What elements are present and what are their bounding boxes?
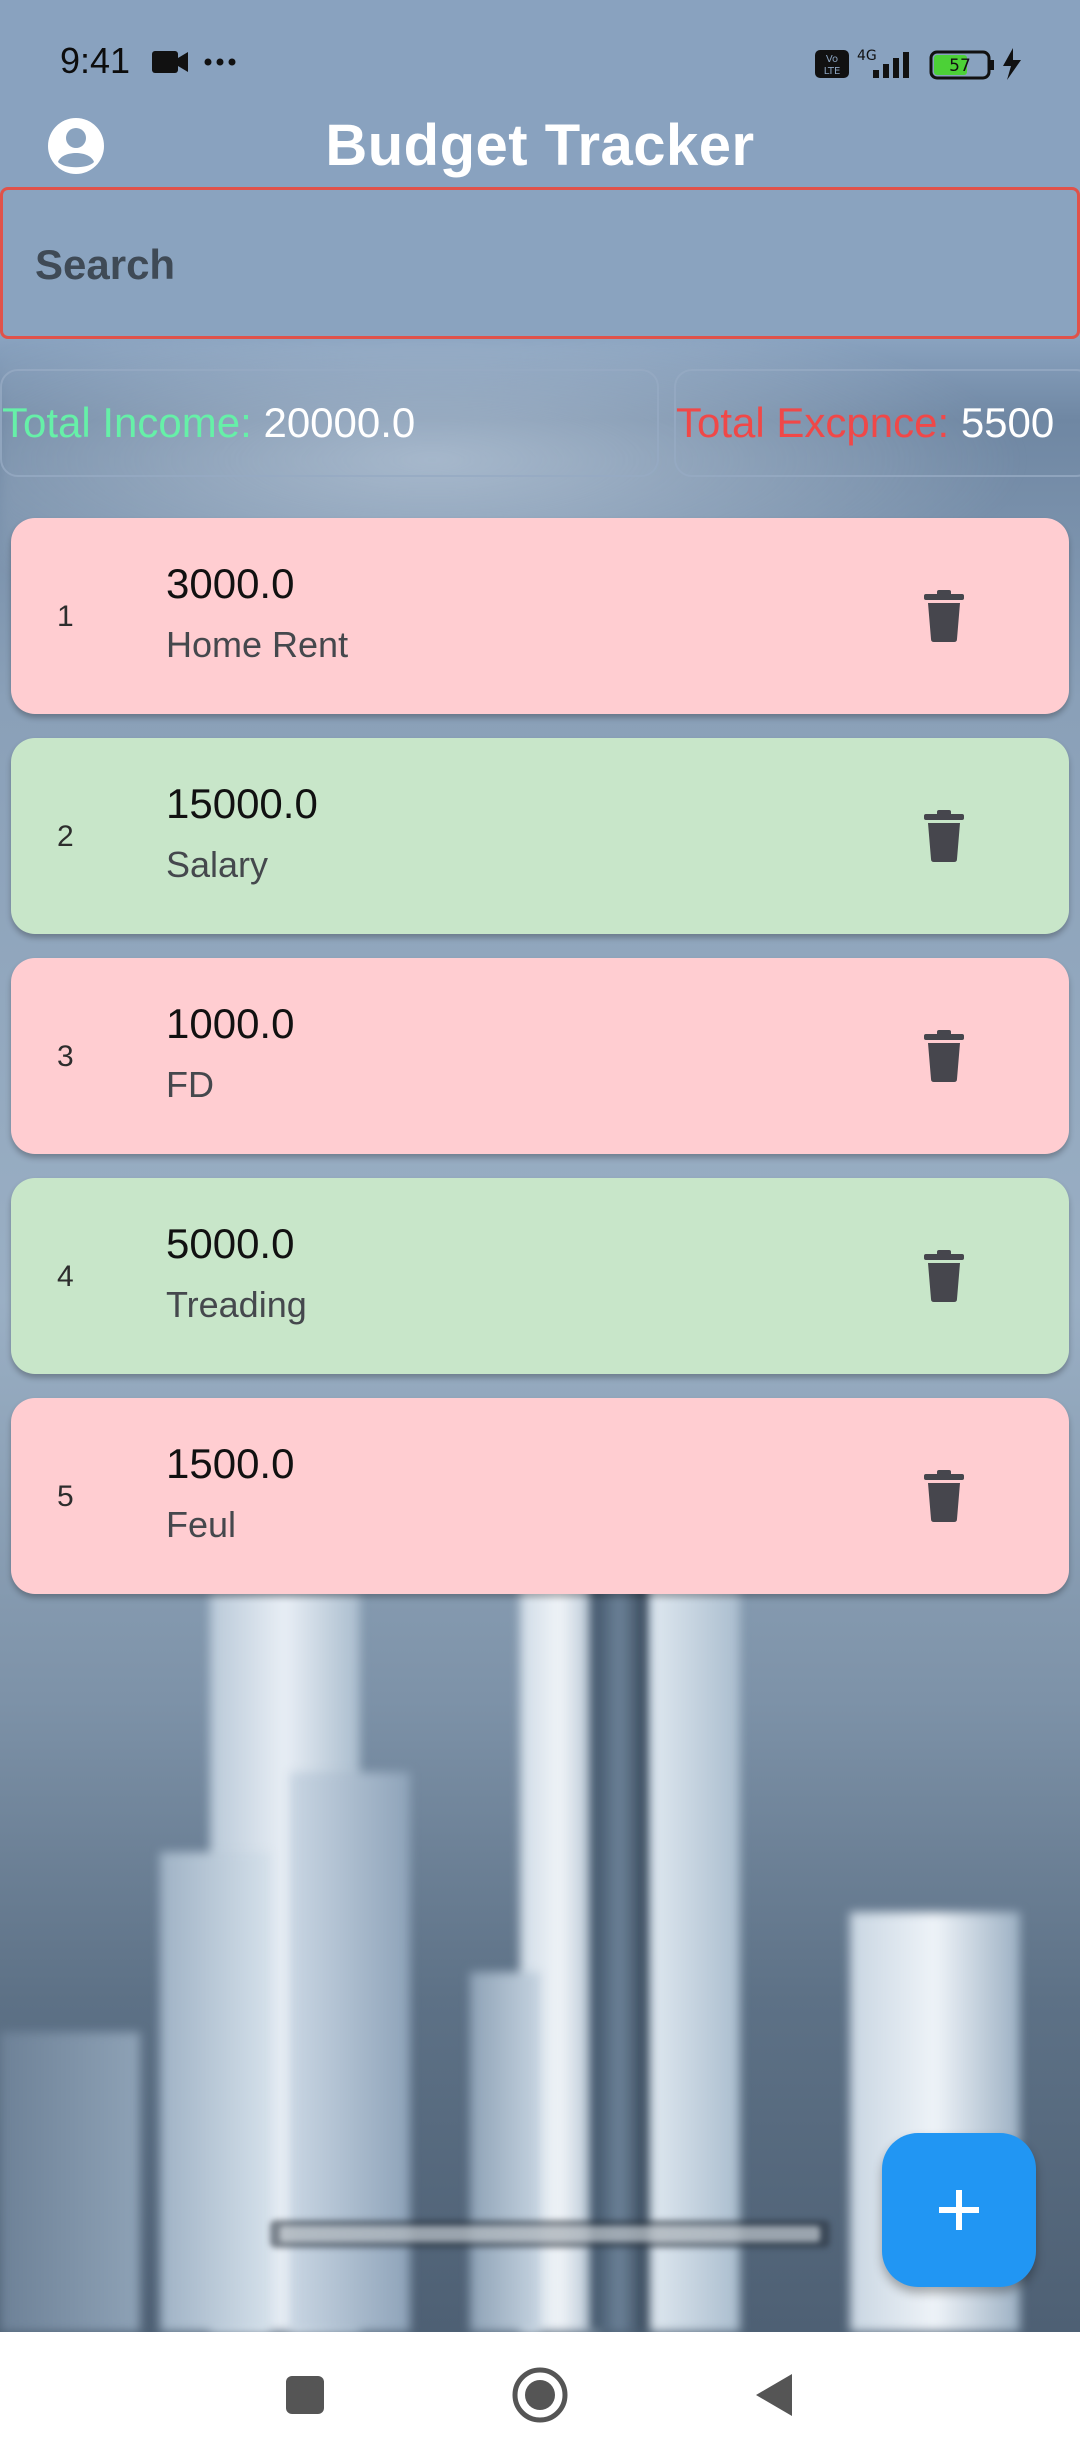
delete-button[interactable] xyxy=(916,1468,972,1524)
trash-icon xyxy=(924,1470,964,1522)
transaction-category: Feul xyxy=(166,1504,237,1545)
transaction-amount: 1000.0 xyxy=(166,1000,295,1047)
status-left-icons xyxy=(150,48,240,83)
trash-icon xyxy=(924,810,964,862)
designer-watermark-image xyxy=(270,2220,830,2248)
transaction-index: 1 xyxy=(57,600,74,633)
total-expense-label: Total Excpnce: xyxy=(676,399,950,446)
trash-icon xyxy=(924,1250,964,1302)
nav-back-button[interactable] xyxy=(740,2360,810,2430)
app-screen: 9:41 Vo LTE 4G 57 Budget Tracker Search … xyxy=(0,0,1080,2460)
circle-icon xyxy=(512,2367,568,2423)
video-recording-icon xyxy=(152,51,236,73)
transaction-amount: 1500.0 xyxy=(166,1440,295,1487)
transaction-item[interactable]: 3 1000.0 FD xyxy=(11,958,1069,1154)
status-right-icons: Vo LTE 4G 57 xyxy=(813,44,1028,89)
app-bar: Budget Tracker xyxy=(0,110,1080,190)
svg-text:LTE: LTE xyxy=(824,66,841,77)
status-bar: 9:41 Vo LTE 4G 57 xyxy=(0,0,1080,120)
triangle-back-icon xyxy=(756,2374,792,2416)
app-title: Budget Tracker xyxy=(325,113,755,178)
search-box[interactable] xyxy=(0,187,1080,339)
transaction-index: 3 xyxy=(57,1040,74,1073)
nav-home-button[interactable] xyxy=(505,2360,575,2430)
total-income-card: Total Income: 20000.0 xyxy=(0,369,659,477)
transaction-category: Salary xyxy=(166,844,269,885)
add-transaction-button[interactable] xyxy=(882,2133,1036,2287)
transaction-amount: 3000.0 xyxy=(166,560,295,607)
transaction-item[interactable]: 1 3000.0 Home Rent xyxy=(11,518,1069,714)
trash-icon xyxy=(924,590,964,642)
total-expense-value: 5500 xyxy=(960,399,1055,446)
svg-text:Vo: Vo xyxy=(826,54,838,65)
transaction-index: 4 xyxy=(57,1260,74,1293)
transaction-index: 5 xyxy=(57,1480,74,1513)
square-icon xyxy=(286,2376,324,2414)
svg-text:57: 57 xyxy=(949,56,971,76)
transaction-category: FD xyxy=(166,1064,214,1105)
status-time: 9:41 xyxy=(60,40,131,81)
system-navigation-bar xyxy=(0,2332,1080,2460)
delete-button[interactable] xyxy=(916,588,972,644)
total-income-value: 20000.0 xyxy=(263,399,416,446)
trash-icon xyxy=(924,1030,964,1082)
delete-button[interactable] xyxy=(916,1248,972,1304)
delete-button[interactable] xyxy=(916,1028,972,1084)
nav-recents-button[interactable] xyxy=(270,2360,340,2430)
search-input[interactable] xyxy=(33,226,1037,304)
delete-button[interactable] xyxy=(916,808,972,864)
transaction-amount: 15000.0 xyxy=(166,780,318,827)
total-expense-card: Total Excpnce: 5500 xyxy=(674,369,1080,477)
svg-text:4G: 4G xyxy=(857,48,877,64)
total-income-label: Total Income: xyxy=(2,399,252,446)
city-background-image xyxy=(0,0,1080,2332)
transaction-category: Home Rent xyxy=(166,624,349,665)
transaction-amount: 5000.0 xyxy=(166,1220,295,1267)
transaction-index: 2 xyxy=(57,820,74,853)
transaction-item[interactable]: 2 15000.0 Salary xyxy=(11,738,1069,934)
transaction-item[interactable]: 4 5000.0 Treading xyxy=(11,1178,1069,1374)
signal-battery-icons: Vo LTE 4G 57 xyxy=(815,48,1021,80)
plus-icon xyxy=(939,2190,979,2230)
transaction-item[interactable]: 5 1500.0 Feul xyxy=(11,1398,1069,1594)
transaction-category: Treading xyxy=(166,1284,307,1325)
